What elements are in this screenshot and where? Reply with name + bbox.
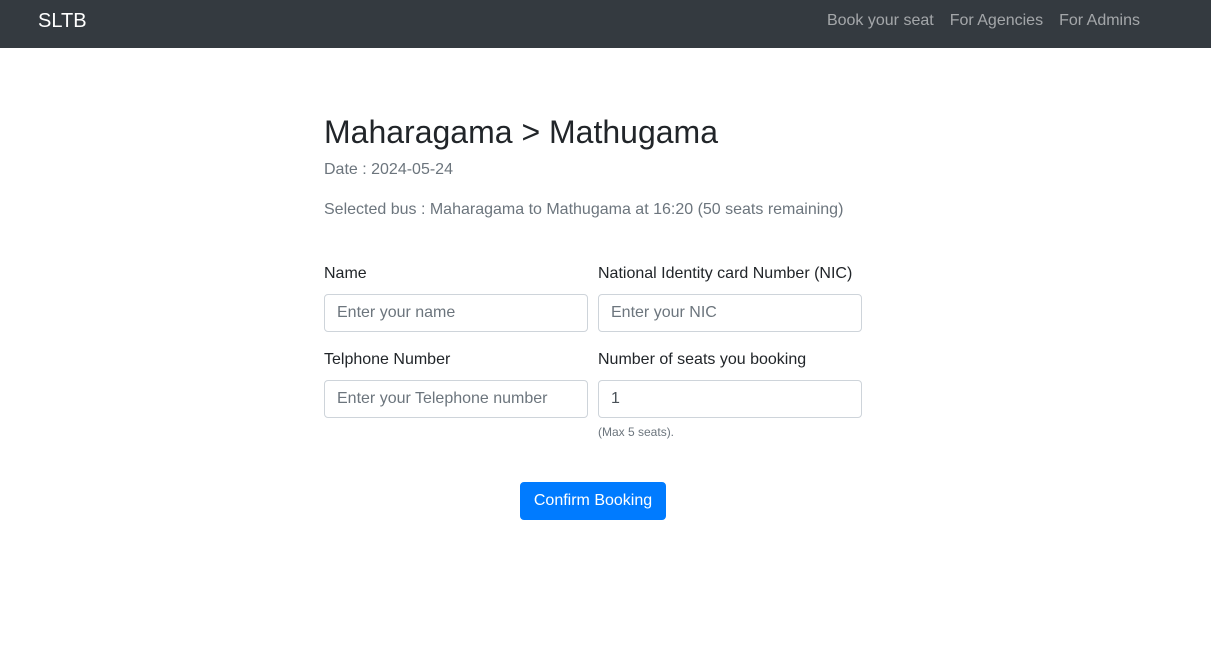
name-field-group: Name — [324, 264, 588, 332]
telephone-label: Telphone Number — [324, 351, 451, 368]
seats-input[interactable] — [598, 380, 862, 418]
seats-label: Number of seats you booking — [598, 351, 807, 368]
brand-logo-link[interactable]: SLTB — [38, 10, 87, 32]
nav-link-for-agencies[interactable]: For Agencies — [950, 11, 1043, 31]
nic-label: National Identity card Number (NIC) — [598, 265, 853, 282]
travel-date: Date : 2024-05-24 — [324, 161, 453, 178]
confirm-booking-button[interactable]: Confirm Booking — [520, 482, 666, 520]
seats-help-text: (Max 5 seats). — [598, 425, 675, 439]
page-title: Maharagama > Mathugama — [324, 114, 718, 150]
telephone-field-group: Telphone Number — [324, 350, 588, 418]
nav-links: Book your seat For Agencies For Admins — [827, 11, 1140, 31]
nav-link-for-admins[interactable]: For Admins — [1059, 11, 1140, 31]
nic-field-group: National Identity card Number (NIC) — [598, 264, 862, 332]
selected-bus-info: Selected bus : Maharagama to Mathugama a… — [324, 201, 844, 218]
nic-input[interactable] — [598, 294, 862, 332]
name-label: Name — [324, 265, 367, 282]
nav-link-book-your-seat[interactable]: Book your seat — [827, 11, 934, 31]
name-input[interactable] — [324, 294, 588, 332]
seats-field-group: Number of seats you booking (Max 5 seats… — [598, 350, 862, 440]
telephone-input[interactable] — [324, 380, 588, 418]
booking-content: Maharagama > Mathugama Date : 2024-05-24… — [324, 110, 864, 520]
top-navbar: SLTB Book your seat For Agencies For Adm… — [0, 0, 1211, 48]
